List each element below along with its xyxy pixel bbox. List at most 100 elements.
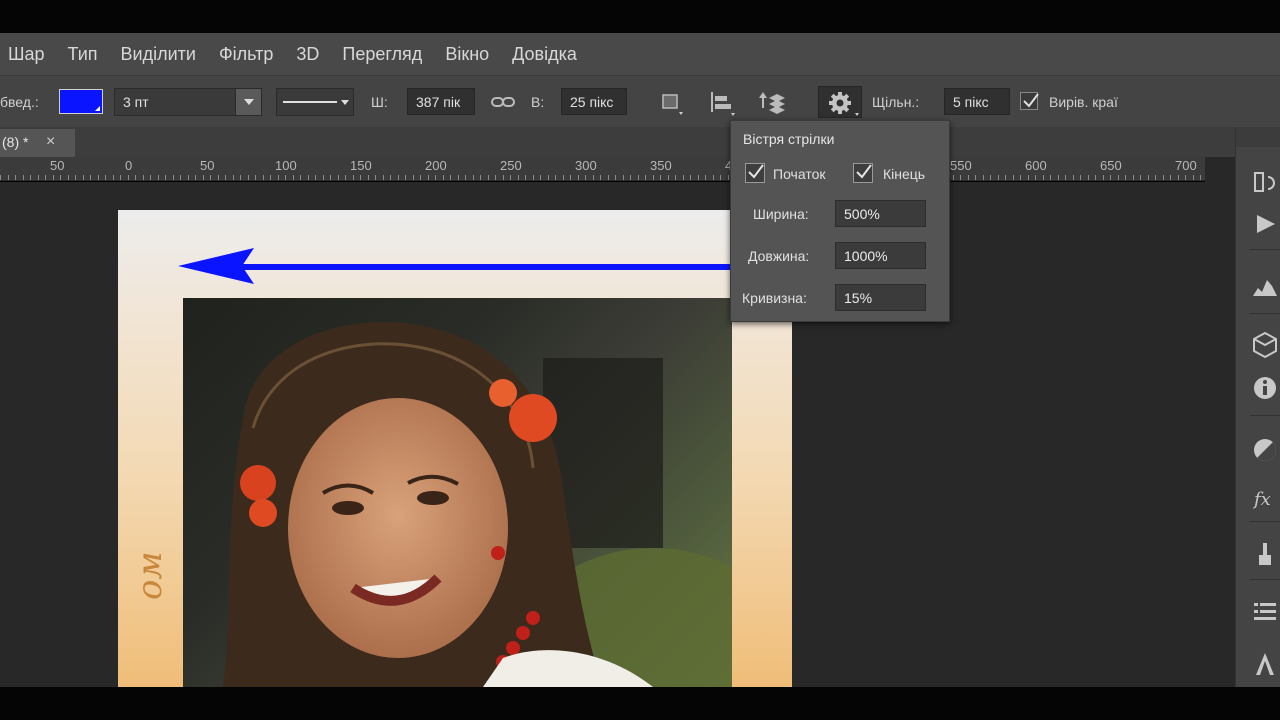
3d-icon[interactable] <box>1250 329 1280 359</box>
menu-type[interactable]: Тип <box>64 44 113 65</box>
chevron-down-icon[interactable] <box>235 89 261 115</box>
ruler-tick <box>150 175 151 180</box>
ruler-tick <box>90 175 91 180</box>
ruler-tick <box>1200 175 1201 180</box>
ruler-tick <box>1170 175 1171 180</box>
paragraph-icon[interactable] <box>1250 597 1280 627</box>
document-tab[interactable]: (8) * × <box>0 129 75 157</box>
ruler-label: 550 <box>950 158 972 173</box>
character-icon[interactable] <box>1250 647 1280 677</box>
arrow-width-label: Ширина: <box>753 206 809 222</box>
menu-view[interactable]: Перегляд <box>338 44 437 65</box>
start-checkbox[interactable] <box>745 163 765 183</box>
ruler-tick <box>420 175 421 180</box>
menu-window[interactable]: Вікно <box>441 44 504 65</box>
menu-select[interactable]: Виділити <box>117 44 211 65</box>
info-icon[interactable] <box>1250 373 1280 403</box>
ruler-tick <box>540 175 541 180</box>
ruler-tick <box>562 175 564 180</box>
arrow-width-field[interactable]: 500% <box>835 200 926 227</box>
solid-line-preview <box>283 101 337 103</box>
ruler-tick <box>247 175 249 180</box>
ruler-tick <box>255 175 256 180</box>
panel-separator <box>1250 415 1280 416</box>
ruler-label: 50 <box>200 158 215 173</box>
ruler-tick <box>37 175 39 180</box>
panel-separator <box>1250 579 1280 580</box>
ruler-tick <box>0 175 1 180</box>
align-edges-checkbox[interactable] <box>1020 92 1039 110</box>
ruler-tick <box>157 175 159 180</box>
stroke-type-dropdown[interactable] <box>276 88 354 116</box>
stroke-color-swatch[interactable] <box>59 89 103 114</box>
ruler-label: 200 <box>425 158 447 173</box>
end-label: Кінець <box>883 166 926 182</box>
ruler-tick <box>1057 175 1059 180</box>
arrow-settings-button[interactable] <box>818 86 862 118</box>
ruler-tick <box>1140 175 1141 180</box>
arrow-concavity-field[interactable]: 15% <box>835 284 926 311</box>
end-checkbox[interactable] <box>853 163 873 183</box>
ruler-tick <box>570 175 571 180</box>
ruler-tick <box>465 175 466 180</box>
actions-play-icon[interactable] <box>1250 209 1280 239</box>
ruler-tick <box>172 175 174 180</box>
ruler-label: 250 <box>500 158 522 173</box>
ruler-tick <box>1065 175 1066 180</box>
ruler-tick <box>1110 175 1111 180</box>
styles-fx-icon[interactable]: fx <box>1250 481 1280 511</box>
ruler-tick <box>705 175 706 180</box>
ruler-tick <box>112 175 114 180</box>
document-tab-title: (8) * <box>2 134 29 150</box>
menu-3d[interactable]: 3D <box>292 44 334 65</box>
ruler-tick <box>585 175 586 180</box>
ruler-tick <box>547 175 549 180</box>
ruler-tick <box>1132 175 1134 180</box>
menu-help[interactable]: Довідка <box>508 44 592 65</box>
width-label: Ш: <box>371 94 388 110</box>
histogram-icon[interactable] <box>1250 272 1280 302</box>
ruler-tick <box>15 175 16 180</box>
letterbox-top <box>0 0 1280 33</box>
ruler-tick <box>120 175 121 180</box>
ruler-tick <box>990 175 991 180</box>
stroke-width-dropdown[interactable]: 3 пт <box>114 88 262 116</box>
menu-filter[interactable]: Фільтр <box>215 44 288 65</box>
ruler-tick <box>22 175 24 180</box>
arrow-length-field[interactable]: 1000% <box>835 242 926 269</box>
width-field[interactable]: 387 пік <box>407 88 475 115</box>
path-operations-icon[interactable] <box>657 88 685 116</box>
ruler-tick <box>7 175 9 180</box>
swatch-dropdown-corner <box>95 106 100 111</box>
arrange-icon[interactable] <box>757 88 785 116</box>
ruler-tick <box>1087 175 1089 180</box>
align-icon[interactable] <box>707 88 735 116</box>
ruler-tick <box>517 175 519 180</box>
close-icon[interactable]: × <box>46 133 55 151</box>
ruler-label: 150 <box>350 158 372 173</box>
ruler-tick <box>367 175 369 180</box>
ruler-tick <box>105 175 106 180</box>
brush-icon[interactable] <box>1250 539 1280 569</box>
checkmark-icon <box>856 164 872 179</box>
arrow-shape[interactable] <box>178 246 733 288</box>
ruler-tick <box>1192 175 1194 180</box>
history-icon[interactable] <box>1250 167 1280 197</box>
arrowheads-popup: Вістря стрілки Початок Кінець Ширина: 50… <box>730 120 950 322</box>
ruler-tick <box>1125 175 1126 180</box>
ruler-tick <box>382 175 384 180</box>
ruler-tick <box>682 175 684 180</box>
ruler-tick <box>510 175 511 180</box>
ruler-tick <box>135 175 136 180</box>
popup-title: Вістря стрілки <box>743 131 835 147</box>
ruler-tick <box>427 175 429 180</box>
adjustments-icon[interactable] <box>1250 435 1280 465</box>
menu-layer[interactable]: Шар <box>4 44 60 65</box>
ruler-tick <box>300 175 301 180</box>
height-field[interactable]: 25 пікс <box>561 88 627 115</box>
ruler-tick <box>450 175 451 180</box>
ruler-label: 600 <box>1025 158 1047 173</box>
ruler-label: 700 <box>1175 158 1197 173</box>
weight-field[interactable]: 5 пікс <box>944 88 1010 115</box>
link-icon[interactable] <box>489 88 517 116</box>
